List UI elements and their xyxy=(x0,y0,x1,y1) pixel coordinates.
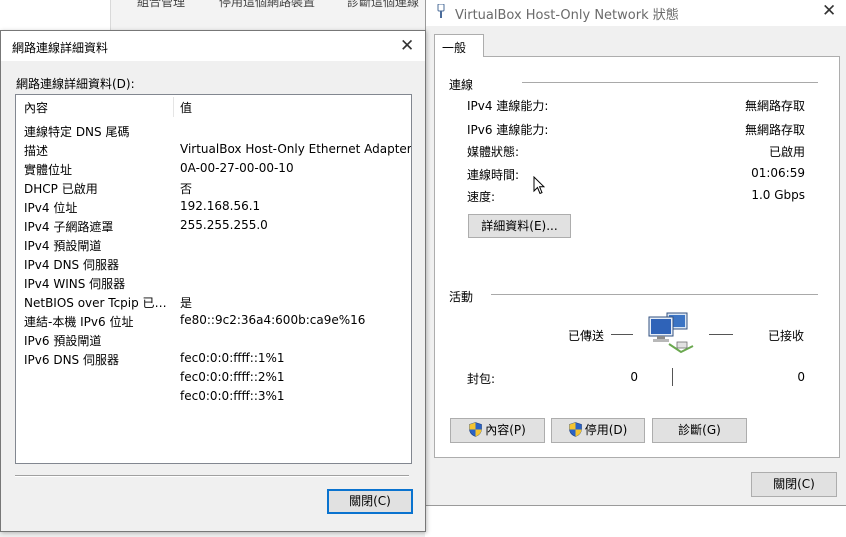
uac-shield-icon xyxy=(568,422,582,437)
row-value: fec0:0:0:ffff::1%1 xyxy=(180,351,285,365)
network-computers-icon xyxy=(648,312,694,354)
row-property: 實體位址 xyxy=(24,163,73,177)
row-value: VirtualBox Host-Only Ethernet Adapter xyxy=(180,142,412,156)
row-property: IPv6 預設閘道 xyxy=(24,334,102,348)
table-row[interactable]: IPv4 位址 192.168.56.1 xyxy=(16,197,411,216)
status-title-bar: VirtualBox Host-Only Network 狀態 ✕ xyxy=(426,0,846,26)
row-property: IPv4 WINS 伺服器 xyxy=(24,277,126,291)
row-value: 0A-00-27-00-00-10 xyxy=(180,161,294,175)
details-list-view[interactable]: 內容 值 連線特定 DNS 尾碼 描述 VirtualBox Host-Only … xyxy=(15,94,412,464)
bg-menu-diagnose: 診斷這個連線 xyxy=(347,0,420,8)
diagnose-button[interactable]: 診斷(G) xyxy=(652,418,747,443)
received-line xyxy=(709,334,733,335)
mouse-cursor-icon xyxy=(533,176,545,195)
duration-value: 01:06:59 xyxy=(751,166,805,180)
connection-group-label: 連線 xyxy=(449,78,474,92)
table-row[interactable]: fec0:0:0:ffff::3%1 xyxy=(16,387,411,406)
row-value: 192.168.56.1 xyxy=(180,199,261,213)
row-property: IPv4 DNS 伺服器 xyxy=(24,258,119,272)
bg-menu-organize: 組合管理 xyxy=(137,0,186,8)
column-header-value[interactable]: 值 xyxy=(180,99,192,116)
details-dialog: 網路連線詳細資料 ✕ 網路連線詳細資料(D): 內容 值 連線特定 DNS 尾碼… xyxy=(0,30,426,532)
packets-label: 封包: xyxy=(467,372,496,386)
duration-label: 連線時間: xyxy=(467,168,520,182)
activity-group-line xyxy=(491,294,818,295)
row-value: 否 xyxy=(180,182,193,196)
row-property: IPv6 DNS 伺服器 xyxy=(24,353,119,367)
media-state-label: 媒體狀態: xyxy=(467,145,520,159)
sent-line xyxy=(611,334,633,335)
row-value: fec0:0:0:ffff::3%1 xyxy=(180,389,285,403)
table-row[interactable]: IPv6 預設閘道 xyxy=(16,330,411,349)
table-row[interactable]: 實體位址 0A-00-27-00-00-10 xyxy=(16,159,411,178)
tab-general[interactable]: 一般 xyxy=(434,34,484,57)
dialog-separator xyxy=(15,475,409,477)
ipv6-connectivity-value: 無網路存取 xyxy=(744,123,805,137)
table-row[interactable]: IPv4 子網路遮罩 255.255.255.0 xyxy=(16,216,411,235)
close-icon[interactable]: ✕ xyxy=(822,3,836,20)
row-property: IPv4 位址 xyxy=(24,201,78,215)
details-close-button[interactable]: 關閉(C) xyxy=(327,489,413,514)
row-value: 是 xyxy=(180,296,193,310)
table-row[interactable]: fec0:0:0:ffff::2%1 xyxy=(16,368,411,387)
connection-group-line xyxy=(522,82,818,83)
table-row[interactable]: 連結-本機 IPv6 位址 fe80::9c2:36a4:600b:ca9e%16 xyxy=(16,311,411,330)
sent-label: 已傳送 xyxy=(568,329,605,343)
ipv6-connectivity-label: IPv6 連線能力: xyxy=(467,123,549,137)
table-row[interactable]: 描述 VirtualBox Host-Only Ethernet Adapter xyxy=(16,140,411,159)
row-property: 連結-本機 IPv6 位址 xyxy=(24,315,134,329)
status-window: VirtualBox Host-Only Network 狀態 ✕ 一般 連線 … xyxy=(425,0,846,506)
row-property: 連線特定 DNS 尾碼 xyxy=(24,125,130,139)
speed-value: 1.0 Gbps xyxy=(751,188,805,202)
row-value: fe80::9c2:36a4:600b:ca9e%16 xyxy=(180,313,366,327)
row-value: fec0:0:0:ffff::2%1 xyxy=(180,370,285,384)
status-window-title: VirtualBox Host-Only Network 狀態 xyxy=(455,8,679,23)
details-list-label: 網路連線詳細資料(D): xyxy=(16,77,135,91)
column-header-property[interactable]: 內容 xyxy=(24,99,48,116)
table-row[interactable]: NetBIOS over Tcpip 已啟... 是 xyxy=(16,292,411,311)
packets-sent-value: 0 xyxy=(630,370,638,384)
disable-button-label: 停用(D) xyxy=(584,423,628,437)
row-property: DHCP 已啟用 xyxy=(24,182,98,196)
table-row[interactable]: IPv4 WINS 伺服器 xyxy=(16,273,411,292)
tab-panel-general xyxy=(434,56,840,458)
details-dialog-title: 網路連線詳細資料 xyxy=(12,41,109,55)
table-row[interactable]: IPv4 DNS 伺服器 xyxy=(16,254,411,273)
row-property: NetBIOS over Tcpip 已啟... xyxy=(24,296,174,310)
activity-group-label: 活動 xyxy=(449,290,474,304)
tab-general-label: 一般 xyxy=(442,41,467,55)
row-property: IPv4 預設閘道 xyxy=(24,239,102,253)
packets-received-value: 0 xyxy=(797,370,805,384)
media-state-value: 已啟用 xyxy=(768,145,805,159)
row-value: 255.255.255.0 xyxy=(180,218,268,232)
row-property: 描述 xyxy=(24,144,49,158)
received-label: 已接收 xyxy=(768,329,805,343)
close-icon[interactable]: ✕ xyxy=(400,38,414,55)
list-header: 內容 值 xyxy=(16,95,411,117)
table-row[interactable]: IPv4 預設閘道 xyxy=(16,235,411,254)
properties-button-label: 內容(P) xyxy=(485,423,526,437)
table-row[interactable]: DHCP 已啟用 否 xyxy=(16,178,411,197)
ipv4-connectivity-label: IPv4 連線能力: xyxy=(467,99,549,113)
ipv4-connectivity-value: 無網路存取 xyxy=(744,99,805,113)
bg-menu-disable: 停用這個網路裝置 xyxy=(219,0,316,8)
table-row[interactable]: 連線特定 DNS 尾碼 xyxy=(16,121,411,140)
row-property: IPv4 子網路遮罩 xyxy=(24,220,114,234)
details-title-bar: 網路連線詳細資料 ✕ xyxy=(1,31,425,61)
status-close-button[interactable]: 關閉(C) xyxy=(751,472,837,497)
disable-button[interactable]: 停用(D) xyxy=(551,418,645,443)
network-adapter-icon xyxy=(437,4,445,18)
speed-label: 速度: xyxy=(467,190,496,204)
details-button[interactable]: 詳細資料(E)... xyxy=(468,214,571,238)
properties-button[interactable]: 內容(P) xyxy=(450,418,545,443)
column-separator[interactable] xyxy=(173,97,174,117)
packets-divider xyxy=(672,368,673,386)
table-row[interactable]: IPv6 DNS 伺服器 fec0:0:0:ffff::1%1 xyxy=(16,349,411,368)
uac-shield-icon xyxy=(469,422,482,437)
